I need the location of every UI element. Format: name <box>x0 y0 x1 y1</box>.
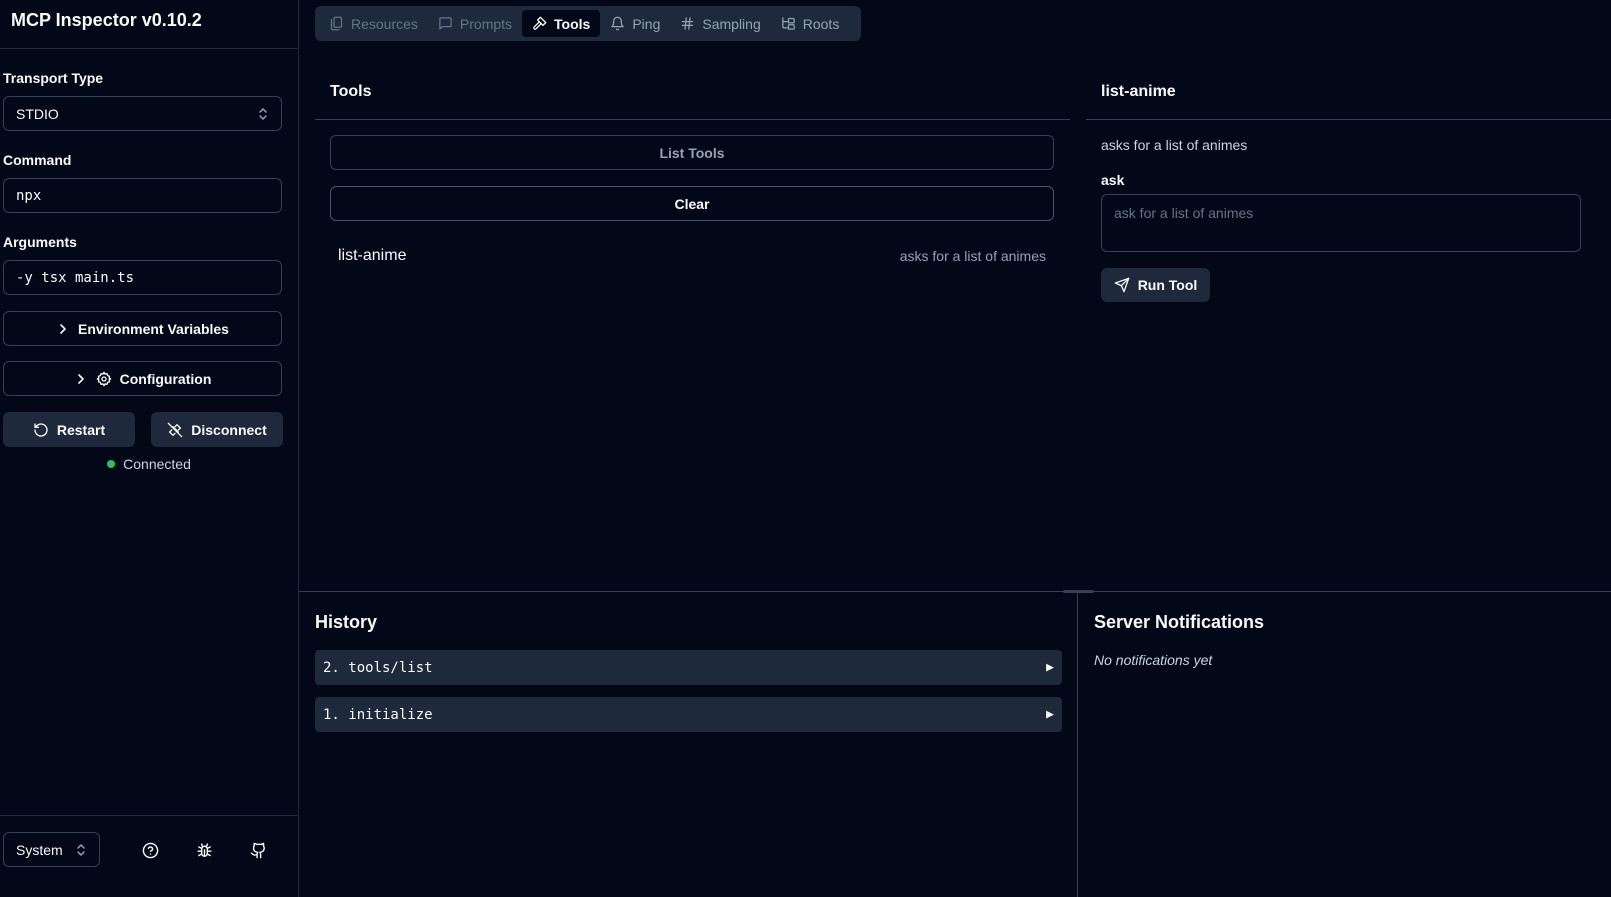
connection-status: Connected <box>0 456 298 472</box>
files-icon <box>329 16 344 31</box>
clear-button[interactable]: Clear <box>330 186 1054 221</box>
rotate-ccw-icon <box>33 422 49 438</box>
unplug-icon <box>167 422 183 438</box>
expand-triangle-icon[interactable]: ▶ <box>1046 707 1054 722</box>
tab-ping[interactable]: Ping <box>600 10 670 37</box>
param-input[interactable]: ask for a list of animes <box>1101 194 1581 252</box>
history-title: History <box>315 612 378 632</box>
tab-roots[interactable]: Roots <box>771 10 850 37</box>
history-item[interactable]: 2. tools/list ▶ <box>315 650 1062 685</box>
bottom-divider <box>299 591 1611 592</box>
chevron-right-icon <box>56 322 70 336</box>
sidebar: MCP Inspector v0.10.2 Transport Type STD… <box>0 0 299 897</box>
theme-value: System <box>16 841 63 858</box>
hammer-icon <box>532 16 547 31</box>
tab-sampling[interactable]: Sampling <box>670 10 770 37</box>
environment-variables-button[interactable]: Environment Variables <box>3 311 282 346</box>
send-icon <box>1114 277 1130 293</box>
tool-detail-divider <box>1086 119 1611 120</box>
command-label: Command <box>3 152 72 168</box>
list-item[interactable]: list-anime asks for a list of animes <box>338 247 1046 265</box>
tool-detail-title: list-anime <box>1101 83 1176 100</box>
run-tool-label: Run Tool <box>1137 277 1198 293</box>
connection-status-text: Connected <box>123 456 191 472</box>
tool-name: list-anime <box>338 247 407 264</box>
disconnect-label: Disconnect <box>191 421 267 438</box>
notifications-title: Server Notifications <box>1094 612 1265 632</box>
resize-handle[interactable] <box>1063 590 1094 593</box>
arguments-input[interactable]: -y tsx main.ts <box>3 260 282 295</box>
theme-select[interactable]: System <box>3 832 100 867</box>
bell-icon <box>610 16 625 31</box>
hash-icon <box>680 16 695 31</box>
transport-type-select[interactable]: STDIO <box>3 96 282 131</box>
command-value: npx <box>16 187 42 204</box>
notifications-empty-text: No notifications yet <box>1094 652 1213 668</box>
tab-tools-label: Tools <box>554 15 591 32</box>
tab-prompts-label: Prompts <box>459 15 513 32</box>
list-tools-button[interactable]: List Tools <box>330 135 1054 170</box>
sidebar-divider <box>0 48 298 49</box>
transport-type-value: STDIO <box>16 105 59 122</box>
history-item[interactable]: 1. initialize ▶ <box>315 697 1062 732</box>
tool-detail-description: asks for a list of animes <box>1101 137 1248 153</box>
help-icon[interactable] <box>140 840 160 860</box>
history-item-label: 1. initialize <box>323 706 433 723</box>
disconnect-button[interactable]: Disconnect <box>151 412 283 447</box>
param-label: ask <box>1101 172 1125 188</box>
main-tabs: Resources Prompts Tools Ping Sampling Ro… <box>315 6 861 41</box>
tool-description: asks for a list of animes <box>899 248 1046 264</box>
configuration-label: Configuration <box>119 370 212 387</box>
tab-resources[interactable]: Resources <box>319 10 428 37</box>
chevron-right-icon <box>74 372 88 386</box>
expand-triangle-icon[interactable]: ▶ <box>1046 660 1054 675</box>
configuration-button[interactable]: Configuration <box>3 361 282 396</box>
bottom-vertical-divider <box>1077 592 1078 897</box>
tab-sampling-label: Sampling <box>702 15 761 32</box>
app-title: MCP Inspector v0.10.2 <box>11 10 202 30</box>
arguments-value: -y tsx main.ts <box>16 269 135 286</box>
run-tool-button[interactable]: Run Tool <box>1101 268 1210 302</box>
restart-label: Restart <box>56 421 106 438</box>
tab-prompts[interactable]: Prompts <box>428 10 522 37</box>
tab-roots-label: Roots <box>802 15 840 32</box>
param-placeholder: ask for a list of animes <box>1114 205 1254 221</box>
chevrons-up-down-icon <box>257 107 269 121</box>
gear-icon <box>96 371 112 387</box>
tab-resources-label: Resources <box>351 15 418 32</box>
status-dot <box>107 460 116 468</box>
command-input[interactable]: npx <box>3 178 282 213</box>
message-icon <box>438 16 453 31</box>
tools-panel-divider <box>315 119 1070 120</box>
tab-tools[interactable]: Tools <box>522 10 601 37</box>
bug-icon[interactable] <box>194 840 214 860</box>
github-icon[interactable] <box>248 840 268 860</box>
chevrons-up-down-icon <box>75 843 87 857</box>
tools-panel-title: Tools <box>330 83 372 100</box>
folder-tree-icon <box>781 16 796 31</box>
environment-variables-label: Environment Variables <box>78 320 229 337</box>
transport-type-label: Transport Type <box>3 70 104 86</box>
arguments-label: Arguments <box>3 234 77 250</box>
sidebar-footer-divider <box>0 815 298 816</box>
tab-ping-label: Ping <box>632 15 661 32</box>
restart-button[interactable]: Restart <box>3 412 135 447</box>
history-item-label: 2. tools/list <box>323 659 433 676</box>
